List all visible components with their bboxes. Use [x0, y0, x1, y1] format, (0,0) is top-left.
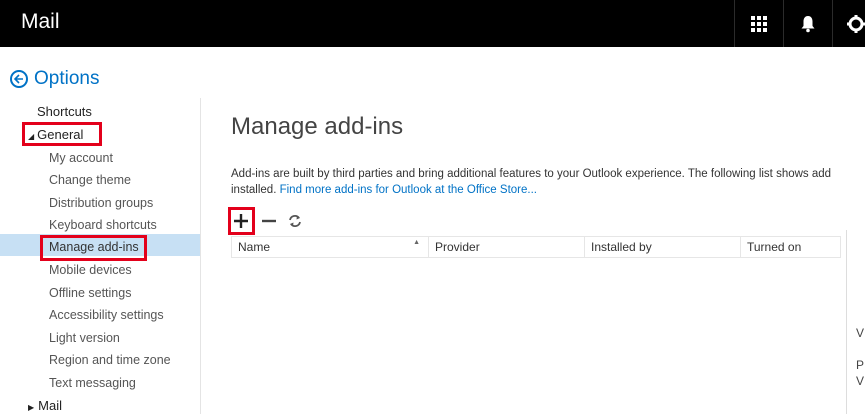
- refresh-button[interactable]: [283, 209, 307, 233]
- highlight-add-button: [228, 207, 255, 235]
- nav-item-accessibility-settings[interactable]: Accessibility settings: [49, 308, 164, 322]
- waffle-icon: [751, 15, 767, 32]
- notifications-button[interactable]: [783, 0, 832, 47]
- nav-shortcuts[interactable]: Shortcuts: [37, 104, 92, 119]
- app-title: Mail: [21, 10, 60, 33]
- description-line-1: Add-ins are built by third parties and b…: [231, 168, 832, 180]
- highlight-general: [22, 122, 102, 146]
- collapsed-caret-icon: ▶: [28, 403, 35, 412]
- options-label: Options: [34, 68, 100, 89]
- bell-icon: [801, 15, 815, 32]
- office-store-link[interactable]: Find more add-ins for Outlook at the Off…: [280, 184, 537, 196]
- options-back-link[interactable]: Options: [10, 68, 99, 90]
- details-text-fragment-2: P: [856, 358, 865, 372]
- column-header-name[interactable]: Name ▲: [232, 237, 429, 257]
- top-bar: Mail: [0, 0, 865, 47]
- description-line-2: installed. Find more add-ins for Outlook…: [231, 182, 865, 198]
- nav-mail-label: Mail: [38, 398, 62, 413]
- column-label-turned-on: Turned on: [747, 240, 802, 254]
- back-arrow-icon: [10, 70, 28, 88]
- nav-item-change-theme[interactable]: Change theme: [49, 173, 131, 187]
- sort-ascending-icon: ▲: [413, 239, 420, 246]
- addins-table-header: Name ▲ Provider Installed by Turned on: [231, 236, 841, 258]
- nav-divider: [200, 98, 201, 414]
- column-header-turned-on[interactable]: Turned on: [741, 237, 840, 257]
- column-label-name: Name: [238, 240, 271, 254]
- highlight-manage-add-ins: [40, 235, 147, 261]
- description-prefix: installed.: [231, 184, 280, 196]
- column-header-provider[interactable]: Provider: [429, 237, 585, 257]
- nav-item-light-version[interactable]: Light version: [49, 331, 120, 345]
- remove-button[interactable]: [257, 209, 281, 233]
- nav-item-text-messaging[interactable]: Text messaging: [49, 376, 136, 390]
- refresh-icon: [289, 215, 301, 227]
- column-label-provider: Provider: [435, 240, 480, 254]
- details-text-fragment-3: V: [856, 374, 865, 388]
- nav-item-offline-settings[interactable]: Offline settings: [49, 286, 131, 300]
- nav-item-keyboard-shortcuts[interactable]: Keyboard shortcuts: [49, 218, 157, 232]
- nav-item-mobile-devices[interactable]: Mobile devices: [49, 263, 132, 277]
- app-launcher-button[interactable]: [734, 0, 783, 47]
- nav-item-my-account[interactable]: My account: [49, 151, 113, 165]
- page-description: Add-ins are built by third parties and b…: [231, 166, 865, 198]
- page-title: Manage add-ins: [231, 113, 404, 140]
- minus-icon: [262, 219, 276, 223]
- settings-button[interactable]: [832, 0, 865, 47]
- column-label-installed-by: Installed by: [591, 240, 652, 254]
- column-header-installed-by[interactable]: Installed by: [585, 237, 741, 257]
- details-text-fragment-1: V: [856, 326, 865, 340]
- gear-icon: [847, 14, 865, 33]
- nav-mail[interactable]: ▶ Mail: [28, 398, 62, 413]
- nav-item-distribution-groups[interactable]: Distribution groups: [49, 196, 153, 210]
- nav-item-region-time-zone[interactable]: Region and time zone: [49, 353, 171, 367]
